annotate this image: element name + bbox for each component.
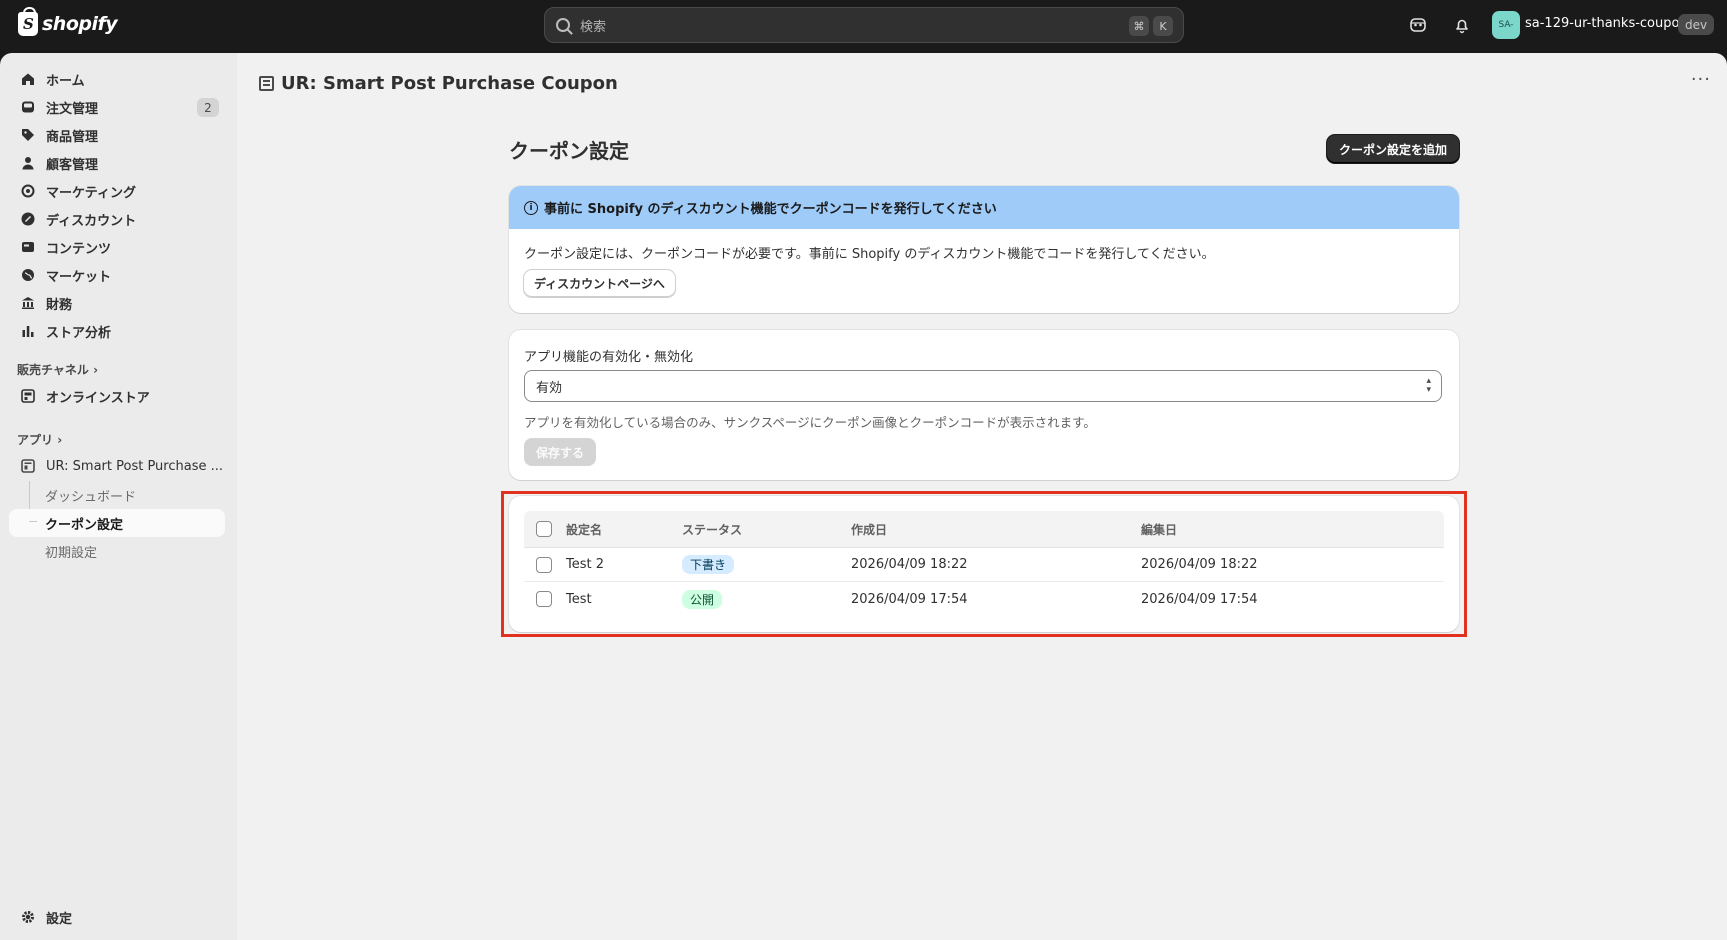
banner-title: 事前に Shopify のディスカウント機能でクーポンコードを発行してください [544, 198, 997, 217]
store-name[interactable]: sa-129-ur-thanks-coupon [1525, 16, 1688, 31]
search-icon [556, 18, 570, 32]
inbox-icon [20, 99, 36, 115]
nav-settings[interactable]: 設定 [9, 903, 225, 931]
app-icon [20, 458, 36, 474]
nav-label: ホーム [46, 70, 85, 89]
info-icon: i [524, 201, 538, 215]
nav-app-initial-settings[interactable]: 初期設定 [45, 542, 97, 561]
nav-orders[interactable]: 注文管理 2 [9, 93, 225, 121]
discount-icon [20, 211, 36, 227]
shopify-bag-icon: S [18, 12, 38, 36]
storefront-icon [20, 388, 36, 404]
nav-label: ディスカウント [46, 210, 136, 229]
nav-label: 商品管理 [46, 126, 98, 145]
app-title: UR: Smart Post Purchase Coupon [281, 73, 618, 94]
banner-body: クーポン設定には、クーポンコードが必要です。事前に Shopify のディスカウ… [509, 229, 1459, 311]
selected-value: 有効 [536, 377, 562, 396]
nav-products[interactable]: 商品管理 [9, 121, 225, 149]
cmd-key-hint: ⌘ [1129, 16, 1149, 36]
bank-icon [20, 295, 36, 311]
page-title: クーポン設定 [509, 135, 629, 164]
nav-label: 財務 [46, 294, 72, 313]
globe-icon [20, 267, 36, 283]
nav-label: 注文管理 [46, 98, 98, 117]
nav-label: UR: Smart Post Purchase ... [46, 459, 223, 474]
app-title-bar: UR: Smart Post Purchase Coupon [259, 73, 618, 94]
nav-online-store[interactable]: オンラインストア [9, 382, 225, 410]
nav-label: 顧客管理 [46, 154, 98, 173]
search-placeholder: 検索 [580, 16, 606, 35]
assistant-icon[interactable] [1408, 15, 1428, 35]
chevron-right-icon: › [93, 363, 98, 377]
banner-header: i 事前に Shopify のディスカウント機能でクーポンコードを発行してくださ… [509, 186, 1459, 229]
save-button[interactable]: 保存する [524, 438, 596, 466]
nav-marketing[interactable]: マーケティング [9, 177, 225, 205]
nav-label: マーケット [46, 266, 111, 285]
person-icon [20, 155, 36, 171]
info-banner: i 事前に Shopify のディスカウント機能でクーポンコードを発行してくださ… [509, 186, 1459, 313]
home-icon [20, 71, 36, 87]
target-icon [20, 183, 36, 199]
discount-page-button[interactable]: ディスカウントページへ [524, 270, 675, 297]
logo-text: shopify [42, 13, 117, 35]
app-status-select[interactable]: 有効 ▴▾ [524, 370, 1442, 402]
nav-analytics[interactable]: ストア分析 [9, 317, 225, 345]
shopify-logo[interactable]: S shopify [18, 12, 117, 36]
toggle-label: アプリ機能の有効化・無効化 [524, 346, 693, 365]
nav-label: 設定 [46, 908, 72, 927]
nav-home[interactable]: ホーム [9, 65, 225, 93]
app-icon [259, 76, 274, 91]
highlight-box [501, 491, 1467, 637]
nav-label: オンラインストア [46, 387, 150, 406]
gear-icon [20, 909, 36, 925]
nav-finance[interactable]: 財務 [9, 289, 225, 317]
help-text: アプリを有効化している場合のみ、サンクスページにクーポン画像とクーポンコードが表… [524, 412, 1096, 431]
chevron-right-icon: › [57, 433, 62, 447]
bell-icon[interactable] [1452, 15, 1472, 35]
nav-content[interactable]: コンテンツ [9, 233, 225, 261]
app-toggle-card: アプリ機能の有効化・無効化 有効 ▴▾ アプリを有効化している場合のみ、サンクス… [509, 330, 1459, 480]
env-badge: dev [1678, 14, 1714, 35]
nav-label: コンテンツ [46, 238, 111, 257]
nav-app-coupon-settings[interactable]: クーポン設定 [45, 514, 123, 533]
nav-markets[interactable]: マーケット [9, 261, 225, 289]
tree-branch [29, 521, 37, 522]
nav-customers[interactable]: 顧客管理 [9, 149, 225, 177]
sales-channels-label: 販売チャネル [17, 363, 89, 377]
select-chevron-icon: ▴▾ [1426, 377, 1431, 395]
apps-label: アプリ [17, 433, 53, 447]
nav-label: マーケティング [46, 182, 136, 201]
add-coupon-setting-button[interactable]: クーポン設定を追加 [1327, 135, 1459, 163]
nav-app[interactable]: UR: Smart Post Purchase ... [9, 452, 225, 480]
search-input[interactable]: 検索 ⌘ K [544, 7, 1184, 43]
content-icon [20, 239, 36, 255]
orders-count-badge: 2 [197, 98, 219, 117]
apps-heading[interactable]: アプリ › [17, 431, 62, 448]
banner-text: クーポン設定には、クーポンコードが必要です。事前に Shopify のディスカウ… [524, 243, 1444, 262]
tag-icon [20, 127, 36, 143]
sales-channels-heading[interactable]: 販売チャネル › [17, 361, 98, 378]
sidebar: ホーム 注文管理 2 商品管理 顧客管理 マーケティング ディスカウント コンテ… [0, 53, 237, 940]
more-actions-icon[interactable]: ··· [1691, 69, 1711, 90]
nav-discounts[interactable]: ディスカウント [9, 205, 225, 233]
chart-icon [20, 323, 36, 339]
nav-label: ストア分析 [46, 322, 111, 341]
k-key-hint: K [1153, 16, 1173, 36]
nav-app-dashboard[interactable]: ダッシュボード [45, 486, 136, 505]
top-bar: S shopify 検索 ⌘ K SA- sa-129-ur-thanks-co… [0, 0, 1727, 53]
store-avatar[interactable]: SA- [1492, 11, 1520, 39]
